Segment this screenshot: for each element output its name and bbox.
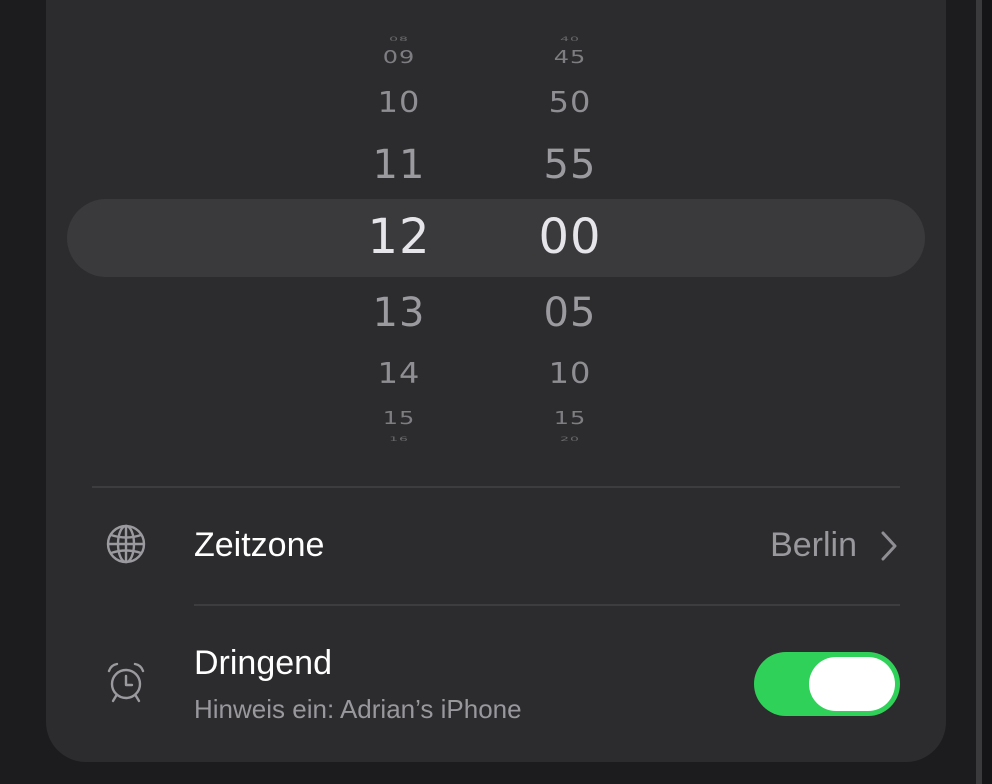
- hour-selected[interactable]: 12: [329, 213, 469, 261]
- time-picker[interactable]: 08 09 10 11 12 13 14 15 16 40 45 50 55 00 05 10 15 20: [46, 0, 946, 442]
- minute-option[interactable]: 50: [500, 88, 640, 117]
- minute-option[interactable]: 45: [500, 48, 640, 66]
- minute-selected[interactable]: 00: [500, 213, 640, 261]
- picker-selection-highlight: [67, 199, 925, 277]
- minute-wheel[interactable]: 40 45 50 55 00 05 10 15 20: [500, 0, 640, 442]
- hour-option[interactable]: 16: [329, 436, 469, 442]
- hour-option[interactable]: 13: [329, 293, 469, 333]
- hour-option[interactable]: 15: [329, 409, 469, 427]
- minute-option[interactable]: 55: [500, 145, 640, 185]
- urgent-toggle[interactable]: [754, 652, 900, 716]
- minute-option[interactable]: 40: [500, 36, 640, 42]
- minute-option[interactable]: 05: [500, 293, 640, 333]
- hour-option[interactable]: 14: [329, 359, 469, 388]
- timezone-label: Zeitzone: [194, 526, 325, 564]
- hour-option[interactable]: 11: [329, 145, 469, 185]
- alarm-clock-icon: [104, 660, 148, 704]
- urgent-label: Dringend: [194, 644, 332, 682]
- chevron-right-icon: [878, 529, 900, 563]
- globe-icon: [104, 522, 148, 566]
- hour-option[interactable]: 08: [329, 36, 469, 42]
- urgent-row: Dringend Hinweis ein: Adrian’s iPhone: [46, 606, 946, 746]
- hour-wheel[interactable]: 08 09 10 11 12 13 14 15 16: [329, 0, 469, 442]
- toggle-knob[interactable]: [809, 657, 895, 711]
- settings-card: 08 09 10 11 12 13 14 15 16 40 45 50 55 00 05 10 15 20: [46, 0, 946, 762]
- hour-option[interactable]: 10: [329, 88, 469, 117]
- hour-option[interactable]: 09: [329, 48, 469, 66]
- urgent-subtitle: Hinweis ein: Adrian’s iPhone: [194, 694, 522, 724]
- timezone-value: Berlin: [770, 526, 857, 564]
- minute-option[interactable]: 15: [500, 409, 640, 427]
- window-edge: [982, 0, 992, 784]
- scrollbar[interactable]: [976, 0, 982, 784]
- minute-option[interactable]: 10: [500, 359, 640, 388]
- timezone-row[interactable]: Zeitzone Berlin: [46, 486, 946, 604]
- page: 08 09 10 11 12 13 14 15 16 40 45 50 55 00 05 10 15 20: [0, 0, 992, 784]
- minute-option[interactable]: 20: [500, 436, 640, 442]
